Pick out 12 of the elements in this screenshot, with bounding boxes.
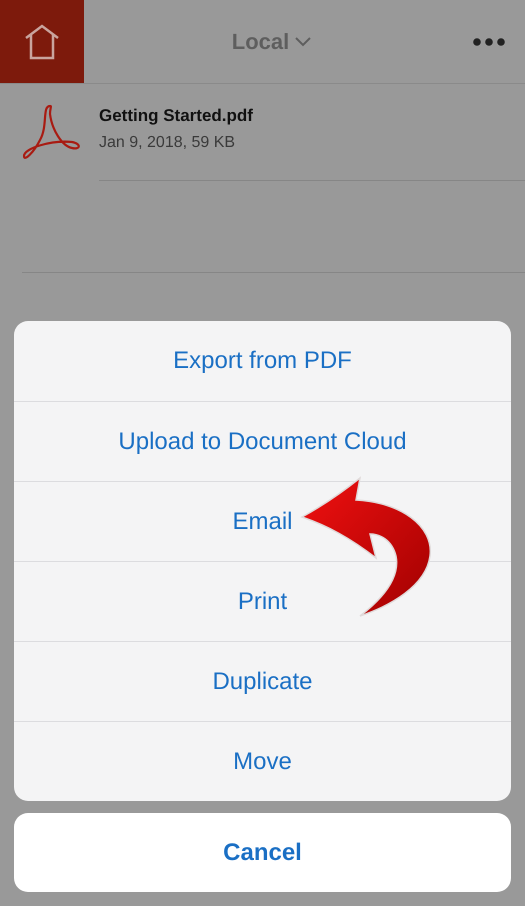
action-item[interactable]: Upload to Document Cloud (14, 401, 511, 481)
file-name: Getting Started.pdf (99, 106, 254, 126)
action-item[interactable]: Move (14, 721, 511, 801)
action-item[interactable]: Duplicate (14, 641, 511, 721)
file-meta: Jan 9, 2018, 59 KB (99, 134, 236, 152)
chevron-icon (295, 36, 312, 46)
cancel-button[interactable]: Cancel (14, 813, 511, 892)
home-icon (24, 24, 60, 60)
home-button[interactable] (0, 0, 84, 83)
more-icon (473, 38, 505, 46)
pdf-file-icon (22, 104, 82, 162)
action-item[interactable]: Export from PDF (14, 321, 511, 401)
